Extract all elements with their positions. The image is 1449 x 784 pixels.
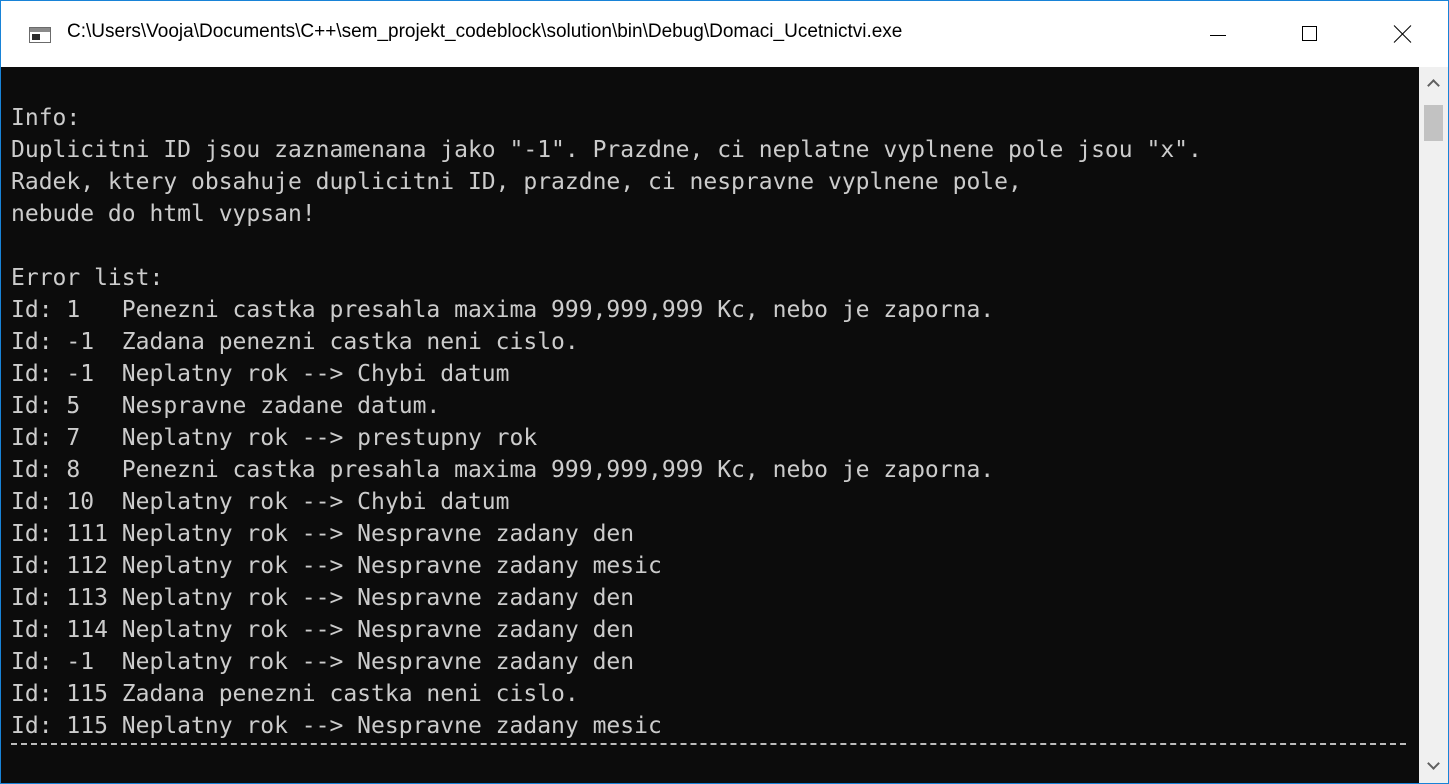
console-line: Id: 10 Neplatny rok --> Chybi datum [11, 489, 510, 515]
console-line: Id: 115 Neplatny rok --> Nespravne zadan… [11, 713, 662, 739]
console-line: Error list: [11, 265, 164, 291]
console-output[interactable]: Info: Duplicitni ID jsou zaznamenana jako… [1, 67, 1419, 783]
console-line: Id: 8 Penezni castka presahla maxima 999… [11, 457, 995, 483]
scroll-thumb[interactable] [1424, 105, 1443, 141]
chevron-down-icon [1427, 757, 1440, 770]
maximize-button[interactable] [1264, 1, 1356, 67]
minimize-icon [1210, 35, 1226, 36]
close-icon [1393, 24, 1412, 43]
console-line: Id: -1 Neplatny rok --> Chybi datum [11, 361, 510, 387]
console-text: Info: Duplicitni ID jsou zaznamenana jako… [11, 102, 1202, 742]
console-line: Id: 1 Penezni castka presahla maxima 999… [11, 297, 995, 323]
console-line: Id: 114 Neplatny rok --> Nespravne zadan… [11, 617, 635, 643]
console-line: Id: 7 Neplatny rok --> prestupny rok [11, 425, 538, 451]
close-button[interactable] [1356, 1, 1448, 67]
minimize-button[interactable] [1172, 1, 1264, 67]
chevron-up-icon [1427, 79, 1440, 92]
console-line: Id: -1 Zadana penezni castka neni cislo. [11, 329, 579, 355]
console-line: Id: 115 Zadana penezni castka neni cislo… [11, 681, 579, 707]
console-line: Duplicitni ID jsou zaznamenana jako "-1"… [11, 137, 1202, 163]
console-line: Id: -1 Neplatny rok --> Nespravne zadany… [11, 649, 635, 675]
app-icon-bar [30, 28, 50, 32]
console-app-icon[interactable] [29, 27, 51, 43]
dashed-separator [11, 743, 1406, 745]
console-line: Id: 5 Nespravne zadane datum. [11, 393, 441, 419]
console-line: nebude do html vypsan! [11, 201, 316, 227]
maximize-icon [1302, 26, 1317, 41]
console-line: Radek, ktery obsahuje duplicitni ID, pra… [11, 169, 1022, 195]
console-line: Id: 111 Neplatny rok --> Nespravne zadan… [11, 521, 635, 547]
window-title: C:\Users\Vooja\Documents\C++\sem_projekt… [67, 21, 903, 42]
vertical-scrollbar[interactable] [1419, 67, 1448, 783]
scroll-down-button[interactable] [1419, 751, 1448, 783]
scroll-up-button[interactable] [1419, 67, 1448, 99]
app-icon-screen [32, 34, 40, 40]
console-line: Id: 112 Neplatny rok --> Nespravne zadan… [11, 553, 662, 579]
console-window: C:\Users\Vooja\Documents\C++\sem_projekt… [0, 0, 1449, 784]
console-line: Id: 113 Neplatny rok --> Nespravne zadan… [11, 585, 635, 611]
title-bar[interactable]: C:\Users\Vooja\Documents\C++\sem_projekt… [1, 1, 1448, 67]
console-line: Info: [11, 105, 81, 131]
